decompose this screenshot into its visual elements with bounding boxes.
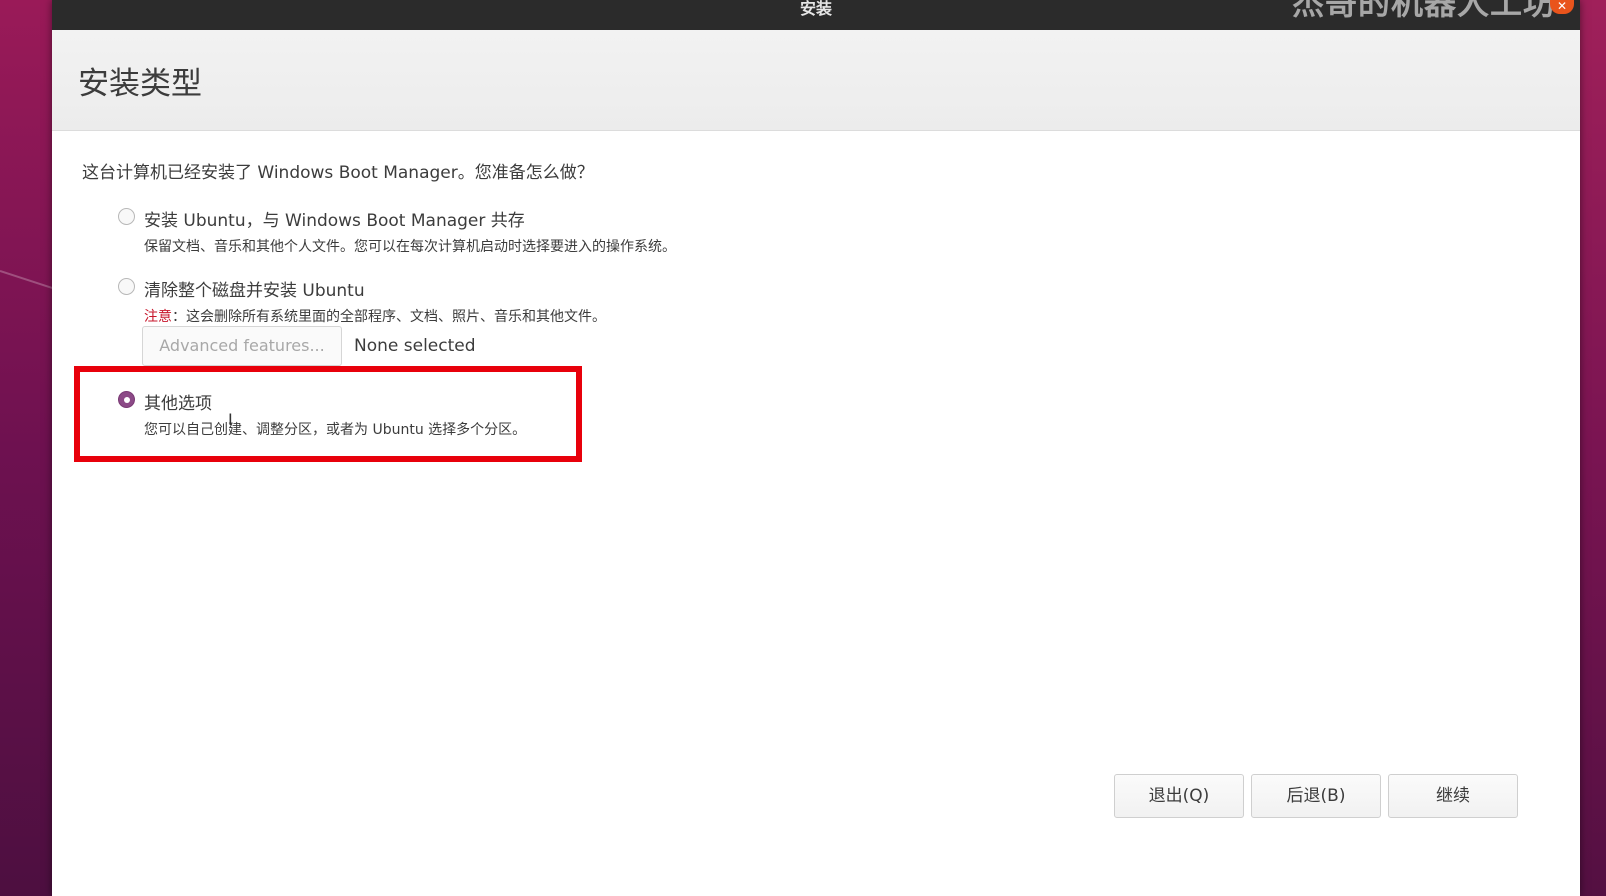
warning-text: ：这会删除所有系统里面的全部程序、文档、照片、音乐和其他文件。 [172,309,606,325]
radio-install-alongside[interactable] [118,208,135,225]
page-header: 安装类型 [52,30,1580,131]
install-question: 这台计算机已经安装了 Windows Boot Manager。您准备怎么做？ [82,163,594,183]
back-button[interactable]: 后退(B) [1251,774,1381,818]
option-install-alongside-description: 保留文档、音乐和其他个人文件。您可以在每次计算机启动时选择要进入的操作系统。 [144,239,676,255]
close-icon[interactable]: ✕ [1550,0,1574,14]
window-titlebar[interactable]: 安装 杰哥的机器人工坊 ✕ [52,0,1580,30]
option-erase-disk-description: 注意：这会删除所有系统里面的全部程序、文档、照片、音乐和其他文件。 [144,306,606,326]
continue-button[interactable]: 继续 [1388,774,1518,818]
radio-erase-disk[interactable] [118,278,135,295]
window-title: 安装 [799,0,832,18]
highlight-annotation-box [74,366,582,462]
page-title: 安装类型 [78,66,202,102]
advanced-features-status: None selected [354,336,476,356]
installer-window: 安装 杰哥的机器人工坊 ✕ 安装类型 这台计算机已经安装了 Windows Bo… [52,0,1580,896]
watermark-text: 杰哥的机器人工坊 [1291,0,1556,22]
warning-prefix: 注意 [144,309,172,325]
option-install-alongside-label[interactable]: 安装 Ubuntu，与 Windows Boot Manager 共存 [144,206,525,231]
quit-button[interactable]: 退出(Q) [1114,774,1244,818]
text-cursor-icon: I [228,410,233,429]
option-erase-disk-label[interactable]: 清除整个磁盘并安装 Ubuntu [144,276,365,301]
desktop-background-right [1580,0,1606,896]
advanced-features-button[interactable]: Advanced features... [142,326,342,366]
desktop-background-left [0,0,52,896]
